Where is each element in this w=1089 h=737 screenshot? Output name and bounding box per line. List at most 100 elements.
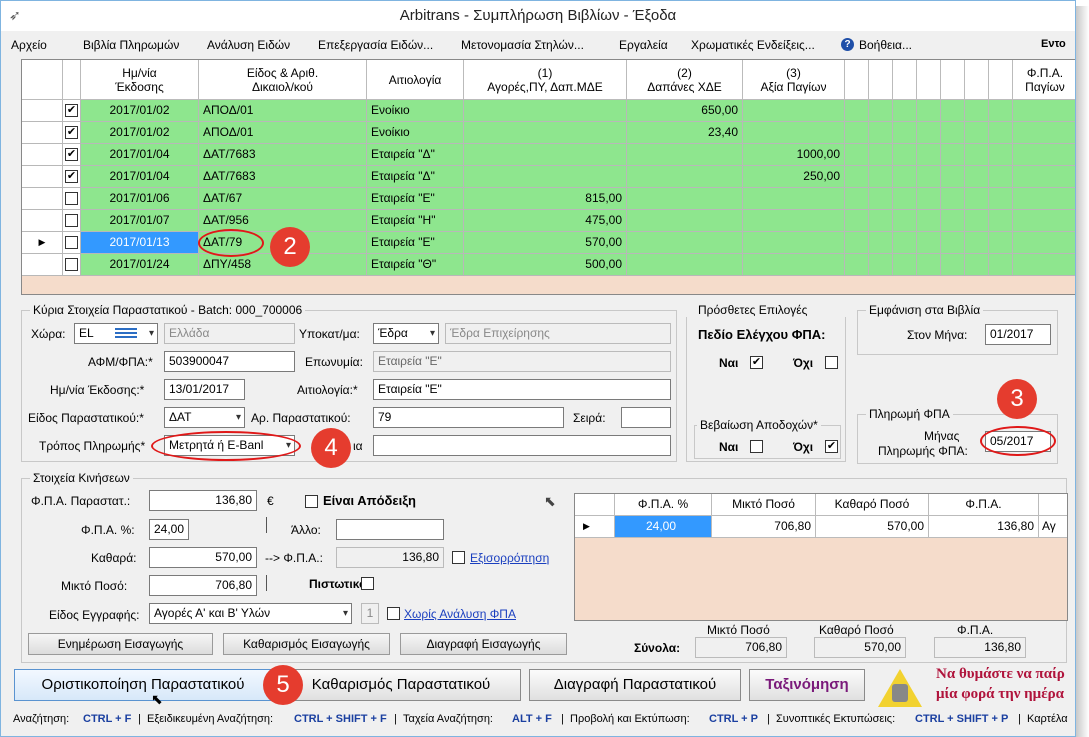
- summary-cell-gross[interactable]: 706,80: [712, 516, 816, 538]
- row-selector[interactable]: [22, 166, 63, 188]
- cell-assets[interactable]: [743, 232, 845, 254]
- cell-doc[interactable]: ΑΠΟΔ/01: [199, 122, 367, 144]
- cell-vat-assets[interactable]: [1013, 122, 1075, 144]
- finalize-document-button[interactable]: Οριστικοποίηση Παραστατικού: [14, 669, 272, 701]
- row-checkbox[interactable]: ✔: [65, 126, 78, 139]
- cell-purchases[interactable]: 570,00: [464, 232, 627, 254]
- cell-doc[interactable]: ΑΠΟΔ/01: [199, 100, 367, 122]
- cell-blank[interactable]: [893, 122, 917, 144]
- table-row[interactable]: 2017/01/06 ΔΑΤ/67 Εταιρεία "Ε" 815,00: [22, 188, 1075, 210]
- cell-assets[interactable]: [743, 100, 845, 122]
- row-selector[interactable]: [22, 144, 63, 166]
- cell-blank[interactable]: [845, 210, 869, 232]
- vat-pct-input[interactable]: 24,00: [149, 519, 189, 540]
- table-row[interactable]: ▶ 2017/01/13 ΔΑΤ/79 Εταιρεία "Ε" 570,00: [22, 232, 1075, 254]
- menu-overflow[interactable]: Εντο: [1041, 38, 1066, 50]
- vat-doc-input[interactable]: 136,80: [149, 490, 257, 511]
- cell-blank[interactable]: [965, 210, 989, 232]
- menu-tools[interactable]: Εργαλεία: [619, 38, 668, 52]
- cell-blank[interactable]: [917, 144, 941, 166]
- cell-blank[interactable]: [941, 144, 965, 166]
- cell-blank[interactable]: [893, 254, 917, 276]
- cell-blank[interactable]: [965, 254, 989, 276]
- reason-input[interactable]: Εταιρεία "Ε": [373, 379, 671, 400]
- menu-rename-columns[interactable]: Μετονομασία Στηλών...: [461, 38, 584, 52]
- row-selector[interactable]: ▶: [22, 232, 63, 254]
- cell-date[interactable]: 2017/01/02: [81, 100, 199, 122]
- menu-help[interactable]: Βοήθεια...: [859, 38, 912, 52]
- cell-reason[interactable]: Εταιρεία "Θ": [367, 254, 464, 276]
- cell-assets[interactable]: [743, 122, 845, 144]
- cell-blank[interactable]: [989, 122, 1013, 144]
- cell-date[interactable]: 2017/01/07: [81, 210, 199, 232]
- cell-expenses[interactable]: [627, 232, 743, 254]
- cell-blank[interactable]: [965, 144, 989, 166]
- cell-blank[interactable]: [989, 188, 1013, 210]
- credit-checkbox[interactable]: [361, 577, 374, 590]
- series-input[interactable]: [621, 407, 671, 428]
- cell-blank[interactable]: [965, 166, 989, 188]
- cell-blank[interactable]: [989, 166, 1013, 188]
- cell-blank[interactable]: [845, 188, 869, 210]
- cell-blank[interactable]: [941, 210, 965, 232]
- vat-check-yes-checkbox[interactable]: ✔: [750, 356, 763, 369]
- cell-vat-assets[interactable]: [1013, 188, 1075, 210]
- cell-blank[interactable]: [893, 188, 917, 210]
- cell-assets[interactable]: 250,00: [743, 166, 845, 188]
- row-selector[interactable]: [22, 210, 63, 232]
- balance-checkbox[interactable]: [452, 551, 465, 564]
- cell-blank[interactable]: [917, 232, 941, 254]
- cell-blank[interactable]: [965, 232, 989, 254]
- documents-grid[interactable]: Ημ/νία Έκδοσης Είδος & Αριθ. Δικαιολ/κού…: [21, 59, 1075, 295]
- cell-reason[interactable]: Ενοίκιο: [367, 122, 464, 144]
- afm-input[interactable]: 503900047: [164, 351, 295, 372]
- cell-expenses[interactable]: [627, 188, 743, 210]
- header-doc[interactable]: Είδος & Αριθ. Δικαιολ/κού: [199, 60, 367, 100]
- cell-purchases[interactable]: [464, 144, 627, 166]
- cell-blank[interactable]: [869, 254, 893, 276]
- cell-blank[interactable]: [845, 232, 869, 254]
- cell-vat-assets[interactable]: [1013, 166, 1075, 188]
- summary-header-vat[interactable]: Φ.Π.Α.: [929, 494, 1039, 516]
- cell-blank[interactable]: [917, 254, 941, 276]
- cell-blank[interactable]: [941, 122, 965, 144]
- table-row[interactable]: ✔ 2017/01/02 ΑΠΟΔ/01 Ενοίκιο 650,00: [22, 100, 1075, 122]
- cell-blank[interactable]: [845, 166, 869, 188]
- summary-cell-vat[interactable]: 136,80: [929, 516, 1039, 538]
- cell-blank[interactable]: [869, 210, 893, 232]
- menu-color-codes[interactable]: Χρωματικές Ενδείξεις...: [691, 38, 815, 52]
- cell-vat-assets[interactable]: [1013, 144, 1075, 166]
- cell-blank[interactable]: [941, 188, 965, 210]
- cell-blank[interactable]: [965, 122, 989, 144]
- cert-yes-checkbox[interactable]: [750, 440, 763, 453]
- cell-vat-assets[interactable]: [1013, 232, 1075, 254]
- menu-payment-books[interactable]: Βιβλία Πληρωμών: [83, 38, 179, 52]
- clear-entry-button[interactable]: Καθαρισμός Εισαγωγής: [223, 633, 390, 655]
- cell-blank[interactable]: [917, 166, 941, 188]
- cell-vat-assets[interactable]: [1013, 100, 1075, 122]
- cell-expenses[interactable]: [627, 166, 743, 188]
- cell-vat-assets[interactable]: [1013, 210, 1075, 232]
- row-checkbox[interactable]: [65, 192, 78, 205]
- cell-blank[interactable]: [869, 188, 893, 210]
- cell-blank[interactable]: [869, 122, 893, 144]
- gross-input[interactable]: 706,80: [149, 575, 257, 596]
- cell-blank[interactable]: [917, 188, 941, 210]
- vat-check-no-checkbox[interactable]: [825, 356, 838, 369]
- cell-blank[interactable]: [917, 122, 941, 144]
- cell-blank[interactable]: [917, 100, 941, 122]
- header-vat-assets[interactable]: Φ.Π.Α. Παγίων: [1013, 60, 1075, 100]
- cell-date[interactable]: 2017/01/13: [81, 232, 199, 254]
- cell-purchases[interactable]: [464, 122, 627, 144]
- update-entry-button[interactable]: Ενημέρωση Εισαγωγής: [28, 633, 213, 655]
- cell-blank[interactable]: [941, 100, 965, 122]
- table-row[interactable]: 2017/01/24 ΔΠΥ/458 Εταιρεία "Θ" 500,00: [22, 254, 1075, 276]
- cell-reason[interactable]: Εταιρεία "Δ": [367, 144, 464, 166]
- cell-reason[interactable]: Εταιρεία "Δ": [367, 166, 464, 188]
- net-input[interactable]: 570,00: [149, 547, 257, 568]
- cell-purchases[interactable]: 500,00: [464, 254, 627, 276]
- country-select[interactable]: EL ▾: [74, 323, 158, 344]
- table-row[interactable]: ✔ 2017/01/04 ΔΑΤ/7683 Εταιρεία "Δ" 1000,00: [22, 144, 1075, 166]
- row-checkbox[interactable]: ✔: [65, 170, 78, 183]
- no-vat-checkbox[interactable]: [387, 607, 400, 620]
